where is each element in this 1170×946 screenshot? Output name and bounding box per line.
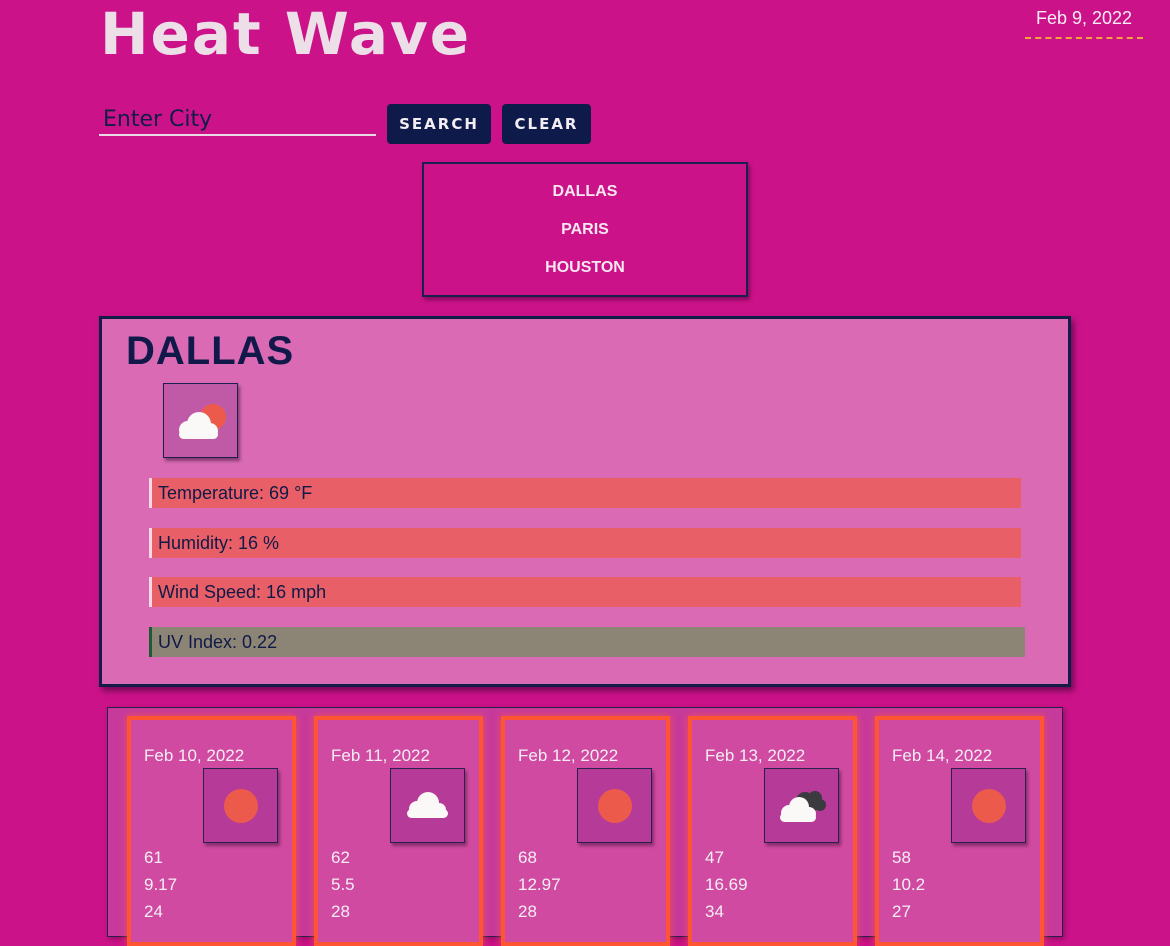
forecast-date: Feb 10, 2022	[144, 746, 245, 765]
forecast-temp: 61	[144, 848, 163, 867]
forecast-wind: 12.97	[518, 875, 561, 894]
sun-icon	[598, 789, 632, 823]
sun-icon	[972, 789, 1006, 823]
forecast-humidity: 24	[144, 902, 163, 921]
forecast-icon-box	[951, 768, 1026, 843]
current-weather-card: DALLAS Temperature: 69 °F Humidity: 16 %…	[99, 316, 1071, 687]
forecast-wind: 5.5	[331, 875, 355, 894]
forecast-temp: 47	[705, 848, 724, 867]
forecast-humidity: 28	[331, 902, 350, 921]
forecast-date: Feb 14, 2022	[892, 746, 993, 765]
forecast-humidity: 27	[892, 902, 911, 921]
cloud-icon	[407, 792, 448, 818]
city-search-input[interactable]	[99, 104, 376, 136]
forecast-wind: 16.69	[705, 875, 748, 894]
humidity-stat: Humidity: 16 %	[149, 528, 1021, 558]
forecast-card: Feb 11, 2022 62 5.5 28	[314, 716, 483, 946]
forecast-date: Feb 13, 2022	[705, 746, 806, 765]
forecast-card: Feb 13, 2022 47 16.69 34	[688, 716, 857, 946]
broken-clouds-icon	[780, 791, 826, 822]
uv-index-stat: UV Index: 0.22	[149, 627, 1025, 657]
search-button[interactable]: SEARCH	[387, 104, 491, 144]
history-item-houston[interactable]: HOUSTON	[545, 257, 625, 295]
forecast-wind: 10.2	[892, 875, 926, 894]
sun-icon	[224, 789, 258, 823]
forecast-humidity: 28	[518, 902, 537, 921]
forecast-icon-box	[764, 768, 839, 843]
forecast-card: Feb 12, 2022 68 12.97 28	[501, 716, 670, 946]
forecast-date: Feb 12, 2022	[518, 746, 619, 765]
forecast-icon-box	[577, 768, 652, 843]
history-item-paris[interactable]: PARIS	[561, 219, 609, 257]
city-name: DALLAS	[126, 329, 295, 373]
search-history-list: DALLAS PARIS HOUSTON	[422, 162, 748, 297]
five-day-forecast: Feb 10, 2022 61 9.17 24 Feb 11, 2022 62 …	[107, 707, 1063, 946]
forecast-wind: 9.17	[144, 875, 178, 894]
current-date: Feb 9, 2022	[1025, 8, 1143, 39]
forecast-card: Feb 14, 2022 58 10.2 27	[875, 716, 1044, 946]
forecast-humidity: 34	[705, 902, 724, 921]
temperature-stat: Temperature: 69 °F	[149, 478, 1021, 508]
forecast-card: Feb 10, 2022 61 9.17 24	[127, 716, 296, 946]
forecast-icon-box	[203, 768, 278, 843]
wind-speed-stat: Wind Speed: 16 mph	[149, 577, 1021, 607]
few-clouds-icon	[179, 404, 226, 439]
forecast-icon-box	[390, 768, 465, 843]
history-item-dallas[interactable]: DALLAS	[553, 181, 618, 219]
forecast-temp: 68	[518, 848, 537, 867]
current-weather-icon-box	[163, 383, 238, 458]
forecast-temp: 62	[331, 848, 350, 867]
forecast-date: Feb 11, 2022	[331, 746, 430, 765]
clear-button[interactable]: CLEAR	[502, 104, 591, 144]
forecast-temp: 58	[892, 848, 911, 867]
app-title: Heat Wave	[100, 0, 472, 68]
